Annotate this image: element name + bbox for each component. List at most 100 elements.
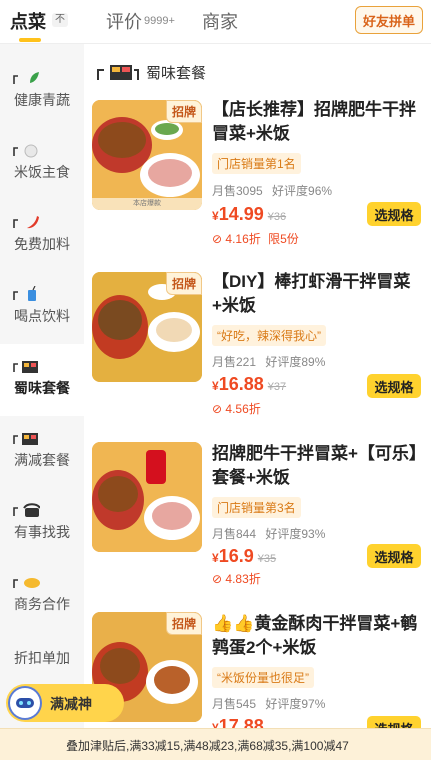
review-quote: “好吃，辣深得我心”: [212, 325, 326, 346]
sidebar-item-label: 有事找我: [14, 524, 70, 540]
leaf-icon: [13, 72, 39, 84]
current-price: 14.99: [218, 204, 264, 224]
reviews-count: 9999+: [144, 15, 175, 27]
current-price: 16.88: [218, 374, 264, 394]
discount-rate: 4.83折: [225, 572, 261, 586]
food-photo: [92, 442, 202, 552]
product-image[interactable]: [92, 442, 202, 552]
sidebar-item-free-addons[interactable]: 免费加料: [0, 200, 84, 272]
tab-merchant[interactable]: 商家: [202, 8, 238, 34]
sales-info: 月售221 好评度89%: [212, 353, 325, 370]
original-price: ¥35: [257, 553, 277, 565]
sidebar-item-label: 折扣单加: [14, 650, 70, 666]
price: ¥17.88: [212, 716, 264, 728]
monthly-sales: 月售221: [212, 355, 257, 369]
sidebar-item-label: 喝点饮料: [14, 308, 70, 324]
sidebar-item-label: 蜀味套餐: [14, 380, 70, 396]
friend-group-order-button[interactable]: 好友拼单: [355, 6, 423, 34]
discount-rate: 4.56折: [225, 402, 261, 416]
tag-icon: ⊘: [212, 232, 223, 246]
tab-underline: [19, 38, 41, 42]
monthly-sales: 月售844: [212, 527, 257, 541]
sidebar-item-discount-set[interactable]: 满减套餐: [0, 416, 84, 488]
price: ¥16.9 ¥35: [212, 546, 276, 567]
discount-rate: 4.16折: [225, 232, 261, 246]
category-title: 蜀味套餐: [146, 65, 207, 82]
product-name[interactable]: 【DIY】棒打虾滑干拌冒菜+米饭: [212, 270, 424, 318]
product-card[interactable]: 招牌肥牛干拌冒菜+【可乐】套餐+米饭 门店销量第3名 月售844 好评度93% …: [84, 442, 431, 592]
original-price: ¥37: [267, 381, 287, 393]
product-name[interactable]: 👍👍黄金酥肉干拌冒菜+鹌鹑蛋2个+米饭: [212, 612, 424, 660]
product-card[interactable]: 招牌 【DIY】棒打虾滑干拌冒菜+米饭 “好吃，辣深得我心” 月售221 好评度…: [84, 270, 431, 420]
review-quote: “米饭份量也很足”: [212, 667, 314, 688]
tab-order-badge: 不: [52, 13, 68, 27]
sidebar-item-discount-addon[interactable]: 折扣单加: [0, 614, 84, 686]
currency-symbol: ¥: [212, 209, 219, 223]
category-sidebar: 健康青蔬 米饭主食 免费加料 喝点饮料 蜀味套餐 满减套餐 有事找我 商务合作 …: [0, 44, 84, 760]
sidebar-item-contact[interactable]: 有事找我: [0, 488, 84, 560]
select-spec-button[interactable]: 选规格: [367, 374, 421, 398]
sidebar-item-label: 健康青蔬: [14, 92, 70, 108]
signature-tag: 招牌: [165, 272, 202, 295]
monthly-sales: 月售545: [212, 697, 257, 711]
phone-icon: [13, 503, 40, 517]
signature-tag: 招牌: [165, 100, 202, 123]
sales-info: 月售844 好评度93%: [212, 525, 325, 542]
promotion-bar: 叠加津贴后,满33减15,满48减23,满68减35,满100减47: [0, 728, 431, 760]
discount-info: ⊘ 4.56折: [212, 400, 261, 417]
currency-symbol: ¥: [212, 379, 219, 393]
select-spec-button[interactable]: 选规格: [367, 716, 421, 728]
rating: 好评度96%: [272, 184, 333, 198]
select-spec-button[interactable]: 选规格: [367, 202, 421, 226]
currency-symbol: ¥: [212, 551, 219, 565]
sidebar-item-drinks[interactable]: 喝点饮料: [0, 272, 84, 344]
currency-symbol: ¥: [212, 721, 219, 728]
bento-icon: [13, 433, 38, 445]
sidebar-item-label: 满减套餐: [14, 452, 70, 468]
product-card[interactable]: 招牌 本店爆款 【店长推荐】招牌肥牛干拌冒菜+米饭 门店销量第1名 月售3095…: [84, 98, 431, 248]
promotion-text: 叠加津贴后,满33减15,满48减23,满68减35,满100减47: [66, 739, 349, 753]
discount-mascot-button[interactable]: 满减神: [6, 684, 124, 722]
tab-reviews[interactable]: 评价: [106, 8, 142, 34]
rice-bowl-icon: [13, 144, 38, 158]
bento-icon: [13, 361, 38, 373]
rating: 好评度93%: [265, 527, 326, 541]
handshake-icon: [13, 578, 40, 588]
sidebar-item-label: 米饭主食: [14, 164, 70, 180]
product-name[interactable]: 招牌肥牛干拌冒菜+【可乐】套餐+米饭: [212, 442, 424, 490]
sidebar-item-greens[interactable]: 健康青蔬: [0, 56, 84, 128]
rank-badge: 门店销量第3名: [212, 497, 301, 518]
sidebar-item-label: 免费加料: [14, 236, 70, 252]
tab-order[interactable]: 点菜: [10, 8, 46, 34]
signature-tag: 招牌: [165, 612, 202, 635]
bento-icon: [97, 65, 139, 80]
rating: 好评度97%: [265, 697, 326, 711]
tag-icon: ⊘: [212, 572, 223, 586]
product-image[interactable]: 招牌: [92, 272, 202, 382]
purchase-limit: 限5份: [268, 232, 299, 246]
rank-badge: 门店销量第1名: [212, 153, 301, 174]
product-image[interactable]: 招牌 本店爆款: [92, 100, 202, 210]
robot-mascot-icon: [8, 686, 42, 720]
mascot-label: 满减神: [50, 696, 92, 712]
product-card[interactable]: 招牌 👍👍黄金酥肉干拌冒菜+鹌鹑蛋2个+米饭 “米饭份量也很足” 月售545 好…: [84, 612, 431, 728]
current-price: 17.88: [218, 716, 264, 728]
sales-info: 月售3095 好评度96%: [212, 182, 332, 199]
original-price: ¥36: [267, 211, 287, 223]
discount-info: ⊘ 4.83折: [212, 570, 261, 587]
sales-info: 月售545 好评度97%: [212, 695, 325, 712]
top-tab-bar: 点菜 不 评价 9999+ 商家 好友拼单: [0, 0, 431, 44]
drink-icon: [13, 286, 36, 301]
sidebar-item-label: 商务合作: [14, 596, 70, 612]
chili-icon: [13, 216, 39, 229]
price: ¥14.99 ¥36: [212, 204, 286, 225]
rating: 好评度89%: [265, 355, 326, 369]
select-spec-button[interactable]: 选规格: [367, 544, 421, 568]
price: ¥16.88 ¥37: [212, 374, 286, 395]
sidebar-item-sichuan-set[interactable]: 蜀味套餐: [0, 344, 84, 416]
tag-icon: ⊘: [212, 402, 223, 416]
product-name[interactable]: 【店长推荐】招牌肥牛干拌冒菜+米饭: [212, 98, 424, 146]
sidebar-item-rice[interactable]: 米饭主食: [0, 128, 84, 200]
bestseller-strip: 本店爆款: [92, 198, 202, 210]
current-price: 16.9: [218, 546, 254, 566]
